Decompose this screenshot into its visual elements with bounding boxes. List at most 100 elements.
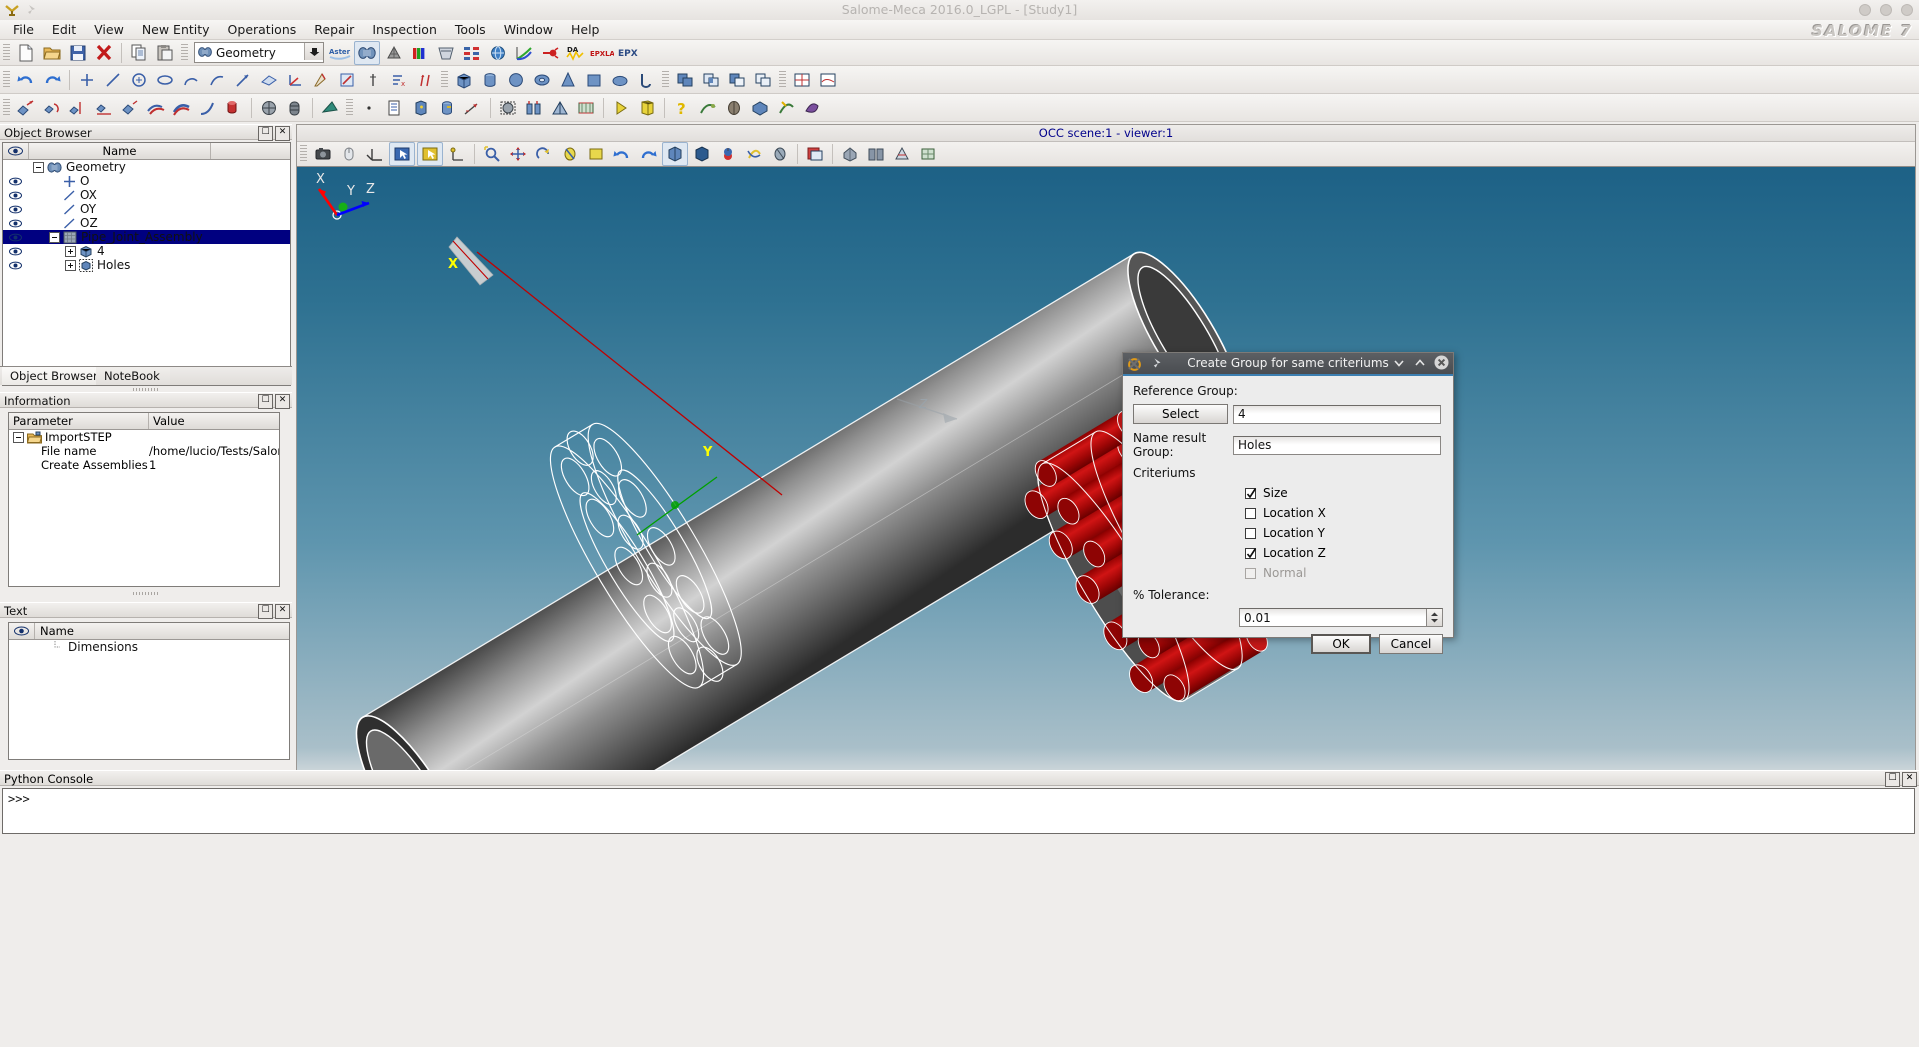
archimede-icon[interactable] bbox=[816, 69, 840, 91]
rotate-view-icon[interactable] bbox=[532, 143, 556, 165]
menu-inspection[interactable]: Inspection bbox=[363, 20, 446, 39]
visibility-eye-icon[interactable] bbox=[3, 233, 27, 242]
create-point-icon[interactable] bbox=[75, 69, 99, 91]
translate-icon[interactable] bbox=[14, 97, 38, 119]
tolerance-spinner[interactable] bbox=[1426, 609, 1442, 626]
limit-tolerance-icon[interactable] bbox=[696, 97, 720, 119]
help-icon[interactable]: ? bbox=[670, 97, 694, 119]
texture-mode-icon[interactable] bbox=[916, 143, 940, 165]
extrusion-icon[interactable] bbox=[144, 97, 168, 119]
delete-icon[interactable] bbox=[92, 42, 116, 64]
select-button[interactable]: Select bbox=[1133, 404, 1228, 424]
name-result-group-field[interactable]: Holes bbox=[1233, 435, 1441, 455]
rotate-icon[interactable] bbox=[40, 97, 64, 119]
create-ellipse-icon[interactable] bbox=[153, 69, 177, 91]
dialog-minimize-icon[interactable] bbox=[1392, 356, 1406, 370]
epx-icon[interactable]: EPX bbox=[616, 42, 648, 64]
glue-faces-icon[interactable] bbox=[257, 97, 281, 119]
aster-module-icon[interactable]: Aster bbox=[328, 42, 352, 64]
fillet-icon[interactable] bbox=[196, 97, 220, 119]
toolbar-grip-7[interactable] bbox=[346, 98, 353, 117]
measure-icon[interactable] bbox=[461, 97, 485, 119]
create-cylinder-icon[interactable] bbox=[478, 69, 502, 91]
check-compound-icon[interactable] bbox=[548, 97, 572, 119]
bottom-view-icon[interactable] bbox=[742, 143, 766, 165]
view-undo-icon[interactable] bbox=[610, 143, 634, 165]
back-view-icon[interactable] bbox=[690, 143, 714, 165]
python-console-body[interactable]: >>> bbox=[2, 788, 1915, 834]
tree-expander[interactable] bbox=[9, 431, 24, 443]
zoom-icon[interactable] bbox=[480, 143, 504, 165]
module-selector[interactable]: Geometry bbox=[194, 42, 324, 63]
set-origin-icon[interactable] bbox=[445, 143, 469, 165]
close-panel-button-py[interactable]: ✕ bbox=[1902, 772, 1917, 787]
dump-view-icon[interactable] bbox=[311, 143, 335, 165]
text-panel-caption-buttons[interactable]: ☐ ✕ bbox=[258, 604, 290, 619]
create-disk-icon[interactable] bbox=[608, 69, 632, 91]
close-button[interactable] bbox=[1901, 4, 1913, 16]
criterium-row-location-y[interactable]: Location Y bbox=[1245, 523, 1443, 543]
float-button-text[interactable]: ☐ bbox=[258, 604, 273, 619]
create-plane-icon[interactable] bbox=[257, 69, 281, 91]
copy-icon[interactable] bbox=[127, 42, 151, 64]
create-circle-icon[interactable] bbox=[127, 69, 151, 91]
toolbar-grip-6[interactable] bbox=[3, 98, 10, 117]
point-marker-icon[interactable] bbox=[357, 97, 381, 119]
dock-splitter-2[interactable] bbox=[0, 590, 292, 596]
shading-edges-icon[interactable] bbox=[890, 143, 914, 165]
criterium-row-location-z[interactable]: Location Z bbox=[1245, 543, 1443, 563]
checkbox-location-y[interactable] bbox=[1245, 527, 1256, 539]
python-console-caption-buttons[interactable]: ☐ ✕ bbox=[1885, 772, 1917, 787]
remove-internal-faces-icon[interactable] bbox=[800, 97, 824, 119]
module-combo-arrow[interactable] bbox=[304, 43, 323, 60]
inspect-object-icon[interactable] bbox=[574, 97, 598, 119]
new-file-icon[interactable] bbox=[14, 42, 38, 64]
front-view-icon[interactable] bbox=[662, 142, 688, 166]
globe-module-icon[interactable] bbox=[486, 42, 510, 64]
information-caption-buttons[interactable]: ☐ ✕ bbox=[258, 394, 290, 409]
tree-expander[interactable] bbox=[33, 161, 44, 173]
menu-tools[interactable]: Tools bbox=[446, 20, 495, 39]
create-arc-icon[interactable] bbox=[179, 69, 203, 91]
create-vector-icon[interactable] bbox=[231, 69, 255, 91]
create-group-dialog[interactable]: Create Group for same criteriums Referen… bbox=[1122, 352, 1454, 654]
object-browser-item-geometry[interactable]: Geometry bbox=[3, 160, 290, 174]
pan-icon[interactable] bbox=[506, 143, 530, 165]
geometry-module-button[interactable] bbox=[354, 40, 380, 65]
menu-window[interactable]: Window bbox=[495, 20, 562, 39]
menu-repair[interactable]: Repair bbox=[305, 20, 363, 39]
object-browser-tree[interactable]: Name Geometry O OX OY OZ Pipe_Joint_Assembly 4… bbox=[2, 142, 291, 386]
visibility-eye-icon[interactable] bbox=[3, 191, 27, 200]
create-torus-icon[interactable] bbox=[530, 69, 554, 91]
object-browser-item-o[interactable]: O bbox=[3, 174, 290, 188]
offset-icon[interactable] bbox=[118, 97, 142, 119]
mirror-icon[interactable] bbox=[66, 97, 90, 119]
create-box-icon[interactable] bbox=[452, 69, 476, 91]
float-button-py[interactable]: ☐ bbox=[1885, 772, 1900, 787]
top-view-icon[interactable] bbox=[716, 143, 740, 165]
float-button[interactable]: ☐ bbox=[258, 126, 273, 141]
shading-mode-icon[interactable] bbox=[838, 143, 862, 165]
wireframe-mode-icon[interactable] bbox=[864, 143, 888, 165]
boolean-fuse-icon[interactable] bbox=[673, 69, 697, 91]
yacs-module-icon[interactable] bbox=[460, 42, 484, 64]
object-browser-item-4[interactable]: 4 bbox=[3, 244, 290, 258]
check-shape-icon[interactable] bbox=[522, 97, 546, 119]
create-line-icon[interactable] bbox=[101, 69, 125, 91]
create-revolution-icon[interactable] bbox=[634, 69, 658, 91]
view-redo-icon[interactable] bbox=[636, 143, 660, 165]
visibility-eye-icon[interactable] bbox=[3, 177, 27, 186]
paste-icon[interactable] bbox=[153, 42, 177, 64]
menu-edit[interactable]: Edit bbox=[43, 20, 85, 39]
toolbar-grip-3[interactable] bbox=[441, 70, 448, 89]
fit-area-icon[interactable] bbox=[584, 143, 608, 165]
float-button-info[interactable]: ☐ bbox=[258, 394, 273, 409]
menu-help[interactable]: Help bbox=[562, 20, 609, 39]
redo-icon[interactable] bbox=[40, 69, 64, 91]
tab-object-browser[interactable]: Object Browser bbox=[2, 367, 108, 385]
tab-notebook[interactable]: NoteBook bbox=[96, 367, 170, 385]
reference-group-field[interactable]: 4 bbox=[1233, 404, 1441, 424]
menu-operations[interactable]: Operations bbox=[219, 20, 306, 39]
information-row[interactable]: ImportSTEP bbox=[9, 430, 279, 444]
viewer-canvas[interactable]: X Y Z X Y Z bbox=[297, 167, 1915, 772]
